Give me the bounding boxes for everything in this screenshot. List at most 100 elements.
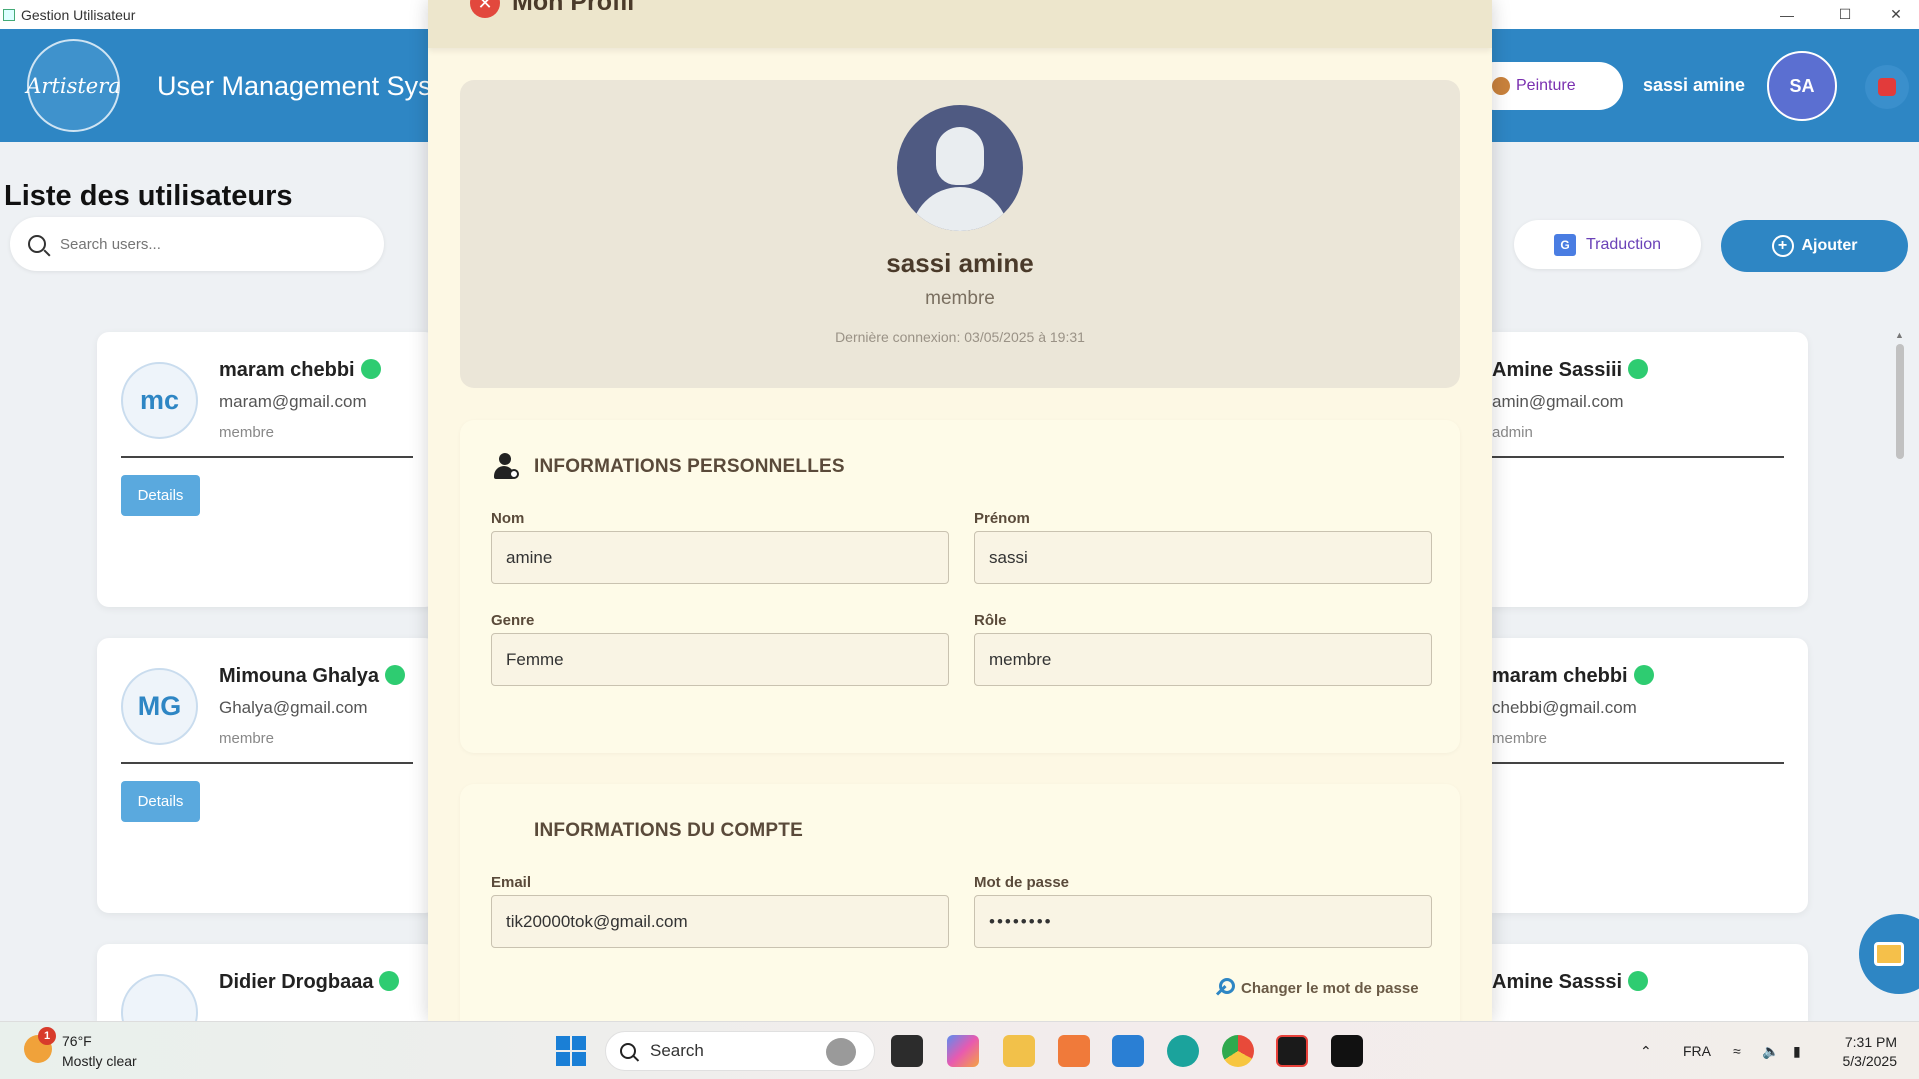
- user-card-name: Mimouna Ghalya: [219, 665, 406, 688]
- user-name-text: Mimouna Ghalya: [219, 665, 380, 687]
- ajouter-button[interactable]: + Ajouter: [1721, 220, 1908, 272]
- profile-name: sassi amine: [886, 248, 1034, 278]
- online-status-icon: [360, 359, 381, 379]
- weather-icon: 1: [24, 1027, 56, 1063]
- email-label: Email: [491, 874, 532, 891]
- koala-icon: [826, 1038, 856, 1066]
- clock-date: 5/3/2025: [1842, 1053, 1898, 1069]
- jetbrains-icon[interactable]: [1331, 1035, 1363, 1067]
- user-card-email: amin@gmail.com: [1492, 392, 1624, 411]
- traduction-button[interactable]: G Traduction: [1514, 220, 1701, 269]
- search-input[interactable]: [60, 235, 340, 253]
- clock-time: 7:31 PM: [1844, 1034, 1897, 1050]
- details-button[interactable]: Details: [121, 475, 200, 516]
- email-input[interactable]: tik20000tok@gmail.com: [491, 895, 949, 948]
- windows-taskbar: 1 76°F Mostly clear Search ⌃ FRA ≈ 🔈 ▮ 7…: [0, 1021, 1919, 1079]
- genre-input[interactable]: Femme: [491, 633, 949, 686]
- copilot-icon[interactable]: [947, 1035, 979, 1067]
- file-explorer-icon[interactable]: [1003, 1035, 1035, 1067]
- user-card-name: maram chebbi: [1492, 665, 1654, 688]
- account-info-section: INFORMATIONS DU COMPTE Email tik20000tok…: [460, 784, 1460, 1021]
- taskbar-search[interactable]: Search: [605, 1031, 875, 1071]
- prenom-input[interactable]: sassi: [974, 531, 1432, 584]
- password-input[interactable]: ••••••••: [974, 895, 1432, 948]
- user-card[interactable]: Amine Sasssi: [1492, 944, 1808, 1021]
- weather-badge: 1: [38, 1027, 56, 1045]
- ajouter-label: Ajouter: [1801, 237, 1858, 254]
- language-indicator[interactable]: FRA: [1683, 1022, 1711, 1079]
- chat-icon: [1874, 942, 1904, 966]
- weather-widget[interactable]: 1 76°F Mostly clear: [24, 1027, 137, 1071]
- online-status-icon: [385, 665, 406, 685]
- chrome-icon[interactable]: [1222, 1035, 1254, 1067]
- user-card-email: maram@gmail.com: [219, 392, 367, 411]
- user-initials-avatar: mc: [121, 362, 198, 439]
- profile-summary: sassi amine membre Dernière connexion: 0…: [460, 80, 1460, 388]
- traduction-label: Traduction: [1586, 235, 1661, 253]
- key-icon: [1215, 978, 1235, 998]
- list-scrollbar[interactable]: ▲: [1894, 330, 1906, 1000]
- weather-desc: Mostly clear: [62, 1053, 137, 1069]
- profile-photo[interactable]: [897, 105, 1023, 231]
- role-input[interactable]: membre: [974, 633, 1432, 686]
- role-label: Rôle: [974, 612, 1007, 629]
- battery-icon[interactable]: ▮: [1793, 1022, 1801, 1079]
- start-icon[interactable]: [556, 1036, 586, 1066]
- user-initials-avatar: MG: [121, 668, 198, 745]
- change-password-link[interactable]: Changer le mot de passe: [1215, 978, 1419, 998]
- wifi-icon[interactable]: ≈: [1733, 1022, 1741, 1079]
- palette-icon: [1492, 77, 1510, 95]
- task-view-icon[interactable]: [891, 1035, 923, 1067]
- xampp-icon[interactable]: [1058, 1035, 1090, 1067]
- details-button[interactable]: Details: [121, 781, 200, 822]
- minimize-icon[interactable]: —: [1764, 0, 1810, 29]
- close-modal-icon[interactable]: ✕: [470, 0, 500, 18]
- search-icon: [28, 235, 46, 253]
- scrollbar-thumb[interactable]: [1896, 344, 1904, 459]
- translate-icon: G: [1554, 233, 1576, 256]
- card-divider: [1492, 762, 1784, 764]
- volume-icon[interactable]: 🔈: [1762, 1022, 1779, 1079]
- maximize-icon[interactable]: ☐: [1822, 0, 1868, 29]
- close-window-icon[interactable]: ✕: [1873, 0, 1919, 29]
- user-card[interactable]: MG Mimouna Ghalya Ghalya@gmail.com membr…: [97, 638, 437, 913]
- person-body-shape: [911, 187, 1009, 231]
- card-divider: [121, 456, 413, 458]
- clock[interactable]: 7:31 PM 5/3/2025: [1835, 1033, 1898, 1071]
- user-card[interactable]: Amine Sassiii amin@gmail.com admin: [1492, 332, 1808, 607]
- intellij-icon[interactable]: [1276, 1035, 1308, 1067]
- user-card-name: Amine Sasssi: [1492, 971, 1649, 994]
- chat-button[interactable]: [1859, 914, 1919, 994]
- scroll-up-icon[interactable]: ▲: [1895, 330, 1904, 340]
- weather-temp: 76°F: [62, 1033, 92, 1049]
- genre-label: Genre: [491, 612, 535, 629]
- profile-role: membre: [925, 288, 995, 309]
- user-card[interactable]: Didier Drogbaaa: [97, 944, 437, 1021]
- logout-button[interactable]: [1865, 65, 1909, 109]
- last-login: Dernière connexion: 03/05/2025 à 19:31: [835, 329, 1085, 345]
- tray-chevron-icon[interactable]: ⌃: [1640, 1022, 1652, 1079]
- peinture-button[interactable]: Peinture: [1470, 62, 1623, 110]
- online-status-icon: [379, 971, 400, 991]
- app-icon: [3, 8, 15, 21]
- user-card-email: Ghalya@gmail.com: [219, 698, 368, 717]
- vscode-icon[interactable]: [1112, 1035, 1144, 1067]
- peinture-label: Peinture: [1516, 77, 1576, 94]
- user-card[interactable]: mc maram chebbi maram@gmail.com membre D…: [97, 332, 437, 607]
- online-status-icon: [1628, 359, 1649, 379]
- user-card-email: chebbi@gmail.com: [1492, 698, 1637, 717]
- window-title: Gestion Utilisateur: [21, 6, 136, 23]
- taskbar-search-label: Search: [650, 1041, 704, 1060]
- search-box[interactable]: [10, 217, 384, 271]
- user-card-role: membre: [219, 730, 275, 747]
- card-divider: [121, 762, 413, 764]
- user-avatar[interactable]: SA: [1767, 51, 1837, 121]
- nom-input[interactable]: amine: [491, 531, 949, 584]
- edge-icon[interactable]: [1167, 1035, 1199, 1067]
- user-name-text: maram chebbi: [1492, 665, 1628, 687]
- search-icon: [620, 1043, 636, 1059]
- personal-info-section: INFORMATIONS PERSONNELLES Nom amine Prén…: [460, 420, 1460, 753]
- user-card[interactable]: maram chebbi chebbi@gmail.com membre: [1492, 638, 1808, 913]
- artistera-logo: Artistera: [26, 39, 121, 132]
- user-card-name: Didier Drogbaaa: [219, 971, 400, 994]
